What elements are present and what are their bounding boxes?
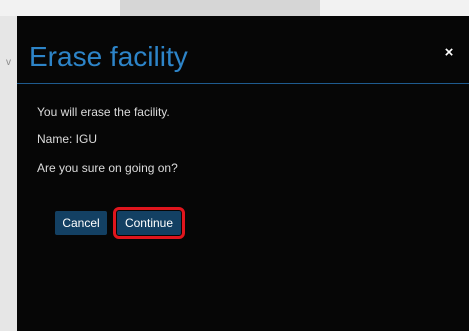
backdrop-partial-text: v [6,57,11,68]
erase-facility-dialog: Erase facility × You will erase the faci… [17,16,469,331]
close-icon[interactable]: × [441,44,457,62]
dialog-header: Erase facility × [17,16,469,84]
backdrop-top-bar-segment [120,0,320,16]
erase-warning-text: You will erase the facility. [37,105,170,119]
cancel-button[interactable]: Cancel [55,211,107,235]
confirmation-question-text: Are you sure on going on? [37,161,178,175]
facility-name-text: Name: IGU [37,132,98,146]
continue-button[interactable]: Continue [113,207,185,239]
dialog-title: Erase facility [29,41,188,72]
